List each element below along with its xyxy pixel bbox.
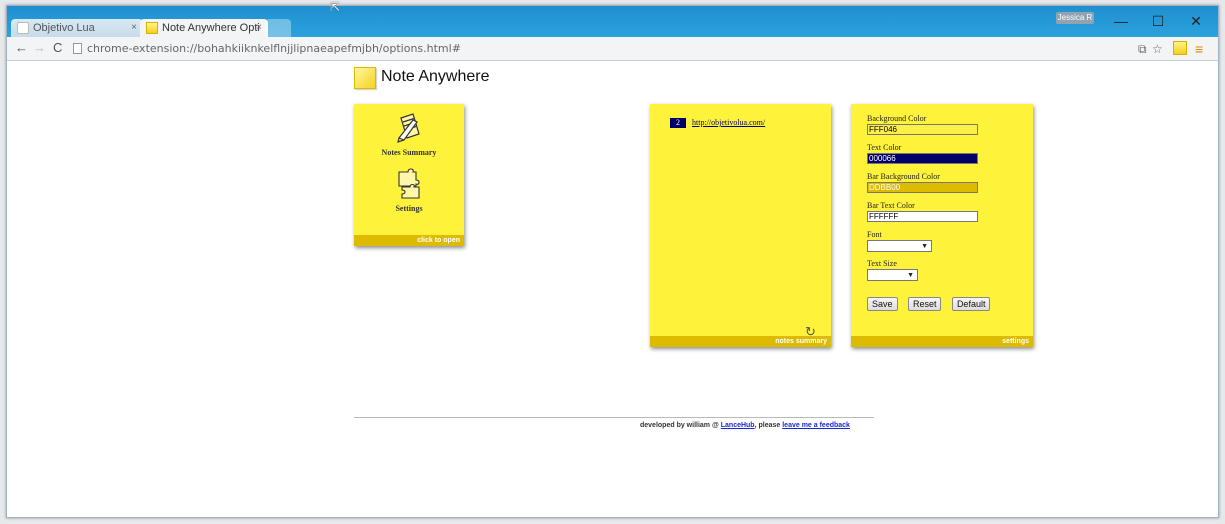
- translate-icon[interactable]: ⧉: [1138, 42, 1147, 56]
- footer-middle: , please: [754, 422, 783, 429]
- bar-text-color-field: Bar Text Color FFFFFF: [867, 201, 978, 222]
- bar-background-color-input[interactable]: DDBB00: [867, 182, 978, 193]
- note-entry[interactable]: 2 http://objetivolua.com/: [670, 118, 765, 128]
- lancehub-link[interactable]: LanceHub: [721, 422, 755, 429]
- tab-note-anywhere[interactable]: Note Anywhere Opti ×: [140, 19, 268, 37]
- background-color-field: Background Color FFF046: [867, 114, 978, 135]
- tab-label: Objetivo Lua: [33, 22, 95, 34]
- notes-summary-button[interactable]: Notes Summary: [354, 112, 464, 157]
- text-size-select[interactable]: ▼: [867, 269, 918, 281]
- notes-summary-card: 2 http://objetivolua.com/ ↻ notes summary: [650, 104, 831, 347]
- font-label: Font: [867, 230, 882, 239]
- tab-close-icon[interactable]: ×: [131, 19, 137, 37]
- chrome-menu-icon[interactable]: ≡: [1195, 42, 1203, 56]
- text-size-field: Text Size ▼: [867, 259, 918, 281]
- page-icon: [73, 43, 82, 54]
- feedback-link[interactable]: leave me a feedback: [782, 422, 850, 429]
- font-select[interactable]: ▼: [867, 240, 932, 252]
- page-favicon-icon: [17, 22, 29, 34]
- text-color-field: Text Color 000066: [867, 143, 978, 164]
- background-color-input[interactable]: FFF046: [867, 124, 978, 135]
- background-color-label: Background Color: [867, 114, 927, 123]
- page-title: Note Anywhere: [381, 68, 490, 85]
- bar-background-color-field: Bar Background Color DDBB00: [867, 172, 978, 193]
- text-color-label: Text Color: [867, 143, 902, 152]
- default-button[interactable]: Default: [951, 297, 991, 311]
- tab-objetivo-lua[interactable]: Objetivo Lua ×: [11, 19, 143, 37]
- note-logo-icon: [354, 67, 376, 89]
- reload-icon[interactable]: C: [53, 41, 62, 55]
- browser-toolbar: ← → C chrome-extension://bohahkiiknkelfl…: [7, 37, 1218, 61]
- chevron-down-icon: ▼: [907, 271, 914, 279]
- new-tab-button[interactable]: [265, 19, 291, 37]
- bar-text-color-input[interactable]: FFFFFF: [867, 211, 978, 222]
- settings-buttons: Save Reset Default: [867, 294, 996, 312]
- settings-button[interactable]: Settings: [354, 168, 464, 213]
- puzzle-pieces-icon: [398, 168, 420, 199]
- notes-summary-label: Notes Summary: [381, 148, 437, 157]
- options-page: Note Anywhere Notes Summary Settings cli…: [7, 61, 1218, 517]
- bar-background-color-label: Bar Background Color: [867, 172, 940, 181]
- notepad-pencil-icon: [397, 113, 420, 143]
- note-anywhere-extension-icon[interactable]: [1173, 41, 1187, 55]
- menu-card: Notes Summary Settings click to open: [354, 104, 464, 246]
- text-color-input[interactable]: 000066: [867, 153, 978, 164]
- menu-card-bar: click to open: [354, 235, 464, 246]
- chevron-down-icon: ▼: [921, 242, 928, 250]
- note-site-link[interactable]: http://objetivolua.com/: [692, 118, 765, 127]
- tab-strip: Objetivo Lua × Note Anywhere Opti × Jess…: [7, 6, 1218, 37]
- minimize-icon[interactable]: —: [1101, 12, 1141, 30]
- bar-text-color-label: Bar Text Color: [867, 201, 915, 210]
- tab-label: Note Anywhere Opti: [162, 22, 260, 34]
- bookmark-star-icon[interactable]: ☆: [1152, 42, 1163, 56]
- back-icon[interactable]: ←: [15, 41, 28, 55]
- text-size-label: Text Size: [867, 259, 897, 268]
- forward-icon[interactable]: →: [33, 41, 46, 55]
- maximize-icon[interactable]: ☐: [1138, 12, 1178, 30]
- footer-divider: [354, 417, 874, 418]
- notes-summary-bar: notes summary: [650, 336, 831, 347]
- font-field: Font ▼: [867, 230, 932, 252]
- settings-card: Background Color FFF046 Text Color 00006…: [851, 104, 1033, 347]
- save-button[interactable]: Save: [867, 297, 898, 311]
- url-text: chrome-extension://bohahkiiknkelflnjjlip…: [87, 42, 461, 55]
- footer-prefix: developed by william @: [640, 422, 721, 429]
- browser-window: Objetivo Lua × Note Anywhere Opti × Jess…: [6, 5, 1219, 518]
- reset-button[interactable]: Reset: [907, 297, 942, 311]
- tab-close-icon[interactable]: ×: [256, 19, 262, 37]
- close-icon[interactable]: ✕: [1176, 12, 1216, 30]
- footer-credits: developed by william @ LanceHub, please …: [640, 422, 850, 429]
- mouse-cursor-icon: ⇱: [330, 0, 341, 14]
- note-count-badge: 2: [670, 118, 686, 128]
- user-badge[interactable]: Jessica R: [1056, 12, 1094, 24]
- settings-label: Settings: [395, 204, 423, 213]
- address-bar[interactable]: chrome-extension://bohahkiiknkelflnjjlip…: [71, 40, 1131, 57]
- settings-bar: settings: [851, 336, 1033, 347]
- note-favicon-icon: [146, 22, 158, 34]
